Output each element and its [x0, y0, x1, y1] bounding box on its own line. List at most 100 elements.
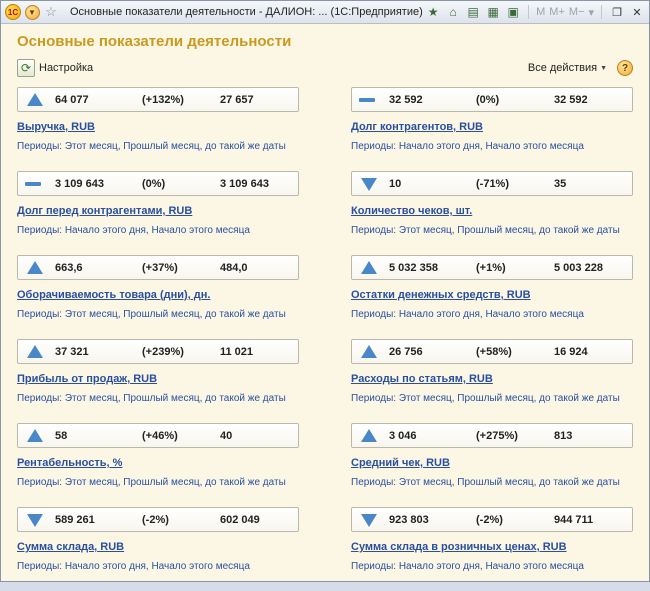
- app-logo-icon[interactable]: 1С: [5, 4, 21, 20]
- window-close-icon[interactable]: ✕: [629, 5, 645, 19]
- print-icon[interactable]: ▤: [465, 4, 481, 20]
- metric-change-percent: (0%): [142, 178, 166, 190]
- metric-previous-value: 602 049: [220, 514, 260, 526]
- metric-current-value: 5 032 358: [389, 262, 438, 274]
- trend-down-icon: [27, 514, 43, 527]
- metric-title-link[interactable]: Рентабельность, %: [17, 457, 122, 469]
- metric-current-value: 10: [389, 178, 402, 190]
- app-menu-button[interactable]: ▼: [24, 4, 40, 20]
- metric-card: 64 077 (+132%) 27 657 Выручка, RUB Периоды: …: [17, 87, 317, 171]
- metric-card: 32 592 (0%) 32 592 Долг контрагентов, RUB Пе…: [351, 87, 650, 171]
- metric-value-box: 589 261 (-2%) 602 049: [17, 507, 299, 532]
- metric-change-percent: (+132%): [142, 94, 184, 106]
- metric-card: 923 803 (-2%) 944 711 Сумма склада в рознич…: [351, 507, 650, 591]
- metric-card: 589 261 (-2%) 602 049 Сумма склада, RUB Пери…: [17, 507, 317, 591]
- metric-previous-value: 3 109 643: [220, 178, 269, 190]
- trend-up-icon: [27, 429, 43, 442]
- metric-value-box: 923 803 (-2%) 944 711: [351, 507, 633, 532]
- metric-previous-value: 5 003 228: [554, 262, 603, 274]
- title-bar: 1С ▼ ☆ Основные показатели деятельности …: [1, 1, 649, 24]
- help-button[interactable]: ?: [617, 60, 633, 76]
- metric-value-box: 37 321 (+239%) 11 021: [17, 339, 299, 364]
- metric-card: 3 046 (+275%) 813 Средний чек, RUB Периоды: …: [351, 423, 650, 507]
- metric-change-percent: (+58%): [476, 346, 512, 358]
- metric-periods: Периоды: Этот месяц, Прошлый месяц, до т…: [17, 309, 286, 320]
- metric-previous-value: 944 711: [554, 514, 594, 526]
- metric-previous-value: 16 924: [554, 346, 588, 358]
- metric-previous-value: 35: [554, 178, 567, 190]
- metric-periods: Периоды: Этот месяц, Прошлый месяц, до т…: [351, 477, 620, 488]
- metric-value-box: 3 046 (+275%) 813: [351, 423, 633, 448]
- trend-down-icon: [361, 514, 377, 527]
- trend-up-icon: [27, 261, 43, 274]
- metric-title-link[interactable]: Прибыль от продаж, RUB: [17, 373, 157, 385]
- metric-card: 5 032 358 (+1%) 5 003 228 Остатки денежных …: [351, 255, 650, 339]
- metric-periods: Периоды: Этот месяц, Прошлый месяц, до т…: [17, 477, 286, 488]
- metric-change-percent: (+46%): [142, 430, 178, 442]
- metric-value-box: 58 (+46%) 40: [17, 423, 299, 448]
- metric-value-box: 5 032 358 (+1%) 5 003 228: [351, 255, 633, 280]
- favorites-star-icon[interactable]: ☆: [43, 4, 59, 20]
- metric-previous-value: 27 657: [220, 94, 254, 106]
- metric-current-value: 589 261: [55, 514, 95, 526]
- metric-title-link[interactable]: Выручка, RUB: [17, 121, 95, 133]
- toolbar-separator: [528, 5, 530, 19]
- metric-card: 3 109 643 (0%) 3 109 643 Долг перед контраг…: [17, 171, 317, 255]
- metric-title-link[interactable]: Расходы по статьям, RUB: [351, 373, 493, 385]
- metric-periods: Периоды: Начало этого дня, Начало этого …: [351, 141, 584, 152]
- metric-title-link[interactable]: Долг контрагентов, RUB: [351, 121, 483, 133]
- add-favorite-icon[interactable]: ★: [425, 4, 441, 20]
- metric-current-value: 3 046: [389, 430, 417, 442]
- metric-title-link[interactable]: Оборачиваемость товара (дни), дн.: [17, 289, 210, 301]
- settings-button[interactable]: ⟳ Настройка: [17, 59, 93, 77]
- metric-value-box: 663,6 (+37%) 484,0: [17, 255, 299, 280]
- metric-change-percent: (-2%): [476, 514, 503, 526]
- metric-title-link[interactable]: Сумма склада в розничных ценах, RUB: [351, 541, 567, 553]
- metric-title-link[interactable]: Средний чек, RUB: [351, 457, 450, 469]
- metric-value-box: 26 756 (+58%) 16 924: [351, 339, 633, 364]
- home-icon[interactable]: ⌂: [445, 4, 461, 20]
- trend-up-icon: [361, 345, 377, 358]
- app-window: 1С ▼ ☆ Основные показатели деятельности …: [0, 0, 650, 582]
- metric-value-box: 10 (-71%) 35: [351, 171, 633, 196]
- trend-up-icon: [361, 261, 377, 274]
- metric-title-link[interactable]: Количество чеков, шт.: [351, 205, 472, 217]
- metric-change-percent: (0%): [476, 94, 500, 106]
- metric-previous-value: 484,0: [220, 262, 248, 274]
- page-title: Основные показатели деятельности: [17, 33, 292, 50]
- metric-change-percent: (-2%): [142, 514, 169, 526]
- metric-title-link[interactable]: Сумма склада, RUB: [17, 541, 124, 553]
- metric-current-value: 32 592: [389, 94, 423, 106]
- metric-periods: Периоды: Начало этого дня, Начало этого …: [17, 225, 250, 236]
- calendar-icon[interactable]: ▣: [505, 4, 521, 20]
- form-content: Основные показатели деятельности ⟳ Настр…: [1, 24, 649, 581]
- metric-current-value: 26 756: [389, 346, 423, 358]
- metric-card: 10 (-71%) 35 Количество чеков, шт. Периоды: …: [351, 171, 650, 255]
- metric-value-box: 3 109 643 (0%) 3 109 643: [17, 171, 299, 196]
- metric-current-value: 663,6: [55, 262, 83, 274]
- memory-m-button[interactable]: M: [536, 6, 545, 18]
- metric-change-percent: (+239%): [142, 346, 184, 358]
- metric-current-value: 3 109 643: [55, 178, 104, 190]
- chevron-down-icon: ▼: [24, 4, 40, 20]
- toolbar-separator: [601, 5, 602, 19]
- metric-title-link[interactable]: Долг перед контрагентами, RUB: [17, 205, 192, 217]
- all-actions-menu[interactable]: Все действия ▼: [528, 62, 607, 74]
- memory-plus-button[interactable]: M+: [549, 6, 565, 18]
- calculator-icon[interactable]: ▦: [485, 4, 501, 20]
- metric-current-value: 64 077: [55, 94, 89, 106]
- metric-change-percent: (+1%): [476, 262, 506, 274]
- trend-flat-icon: [359, 98, 375, 102]
- metric-periods: Периоды: Начало этого дня, Начало этого …: [17, 561, 250, 572]
- metric-card: 37 321 (+239%) 11 021 Прибыль от продаж, RU…: [17, 339, 317, 423]
- metric-card: 58 (+46%) 40 Рентабельность, % Периоды: Этот…: [17, 423, 317, 507]
- toolbar-dropdown-icon[interactable]: ▾: [588, 6, 594, 19]
- window-restore-icon[interactable]: ❐: [609, 5, 625, 19]
- metric-periods: Периоды: Этот месяц, Прошлый месяц, до т…: [351, 393, 620, 404]
- metric-card: 663,6 (+37%) 484,0 Оборачиваемость товара (…: [17, 255, 317, 339]
- window-title: Основные показатели деятельности - ДАЛИО…: [70, 6, 423, 18]
- memory-minus-button[interactable]: M−: [569, 6, 585, 18]
- metric-title-link[interactable]: Остатки денежных средств, RUB: [351, 289, 531, 301]
- trend-flat-icon: [25, 182, 41, 186]
- metric-periods: Периоды: Этот месяц, Прошлый месяц, до т…: [17, 141, 286, 152]
